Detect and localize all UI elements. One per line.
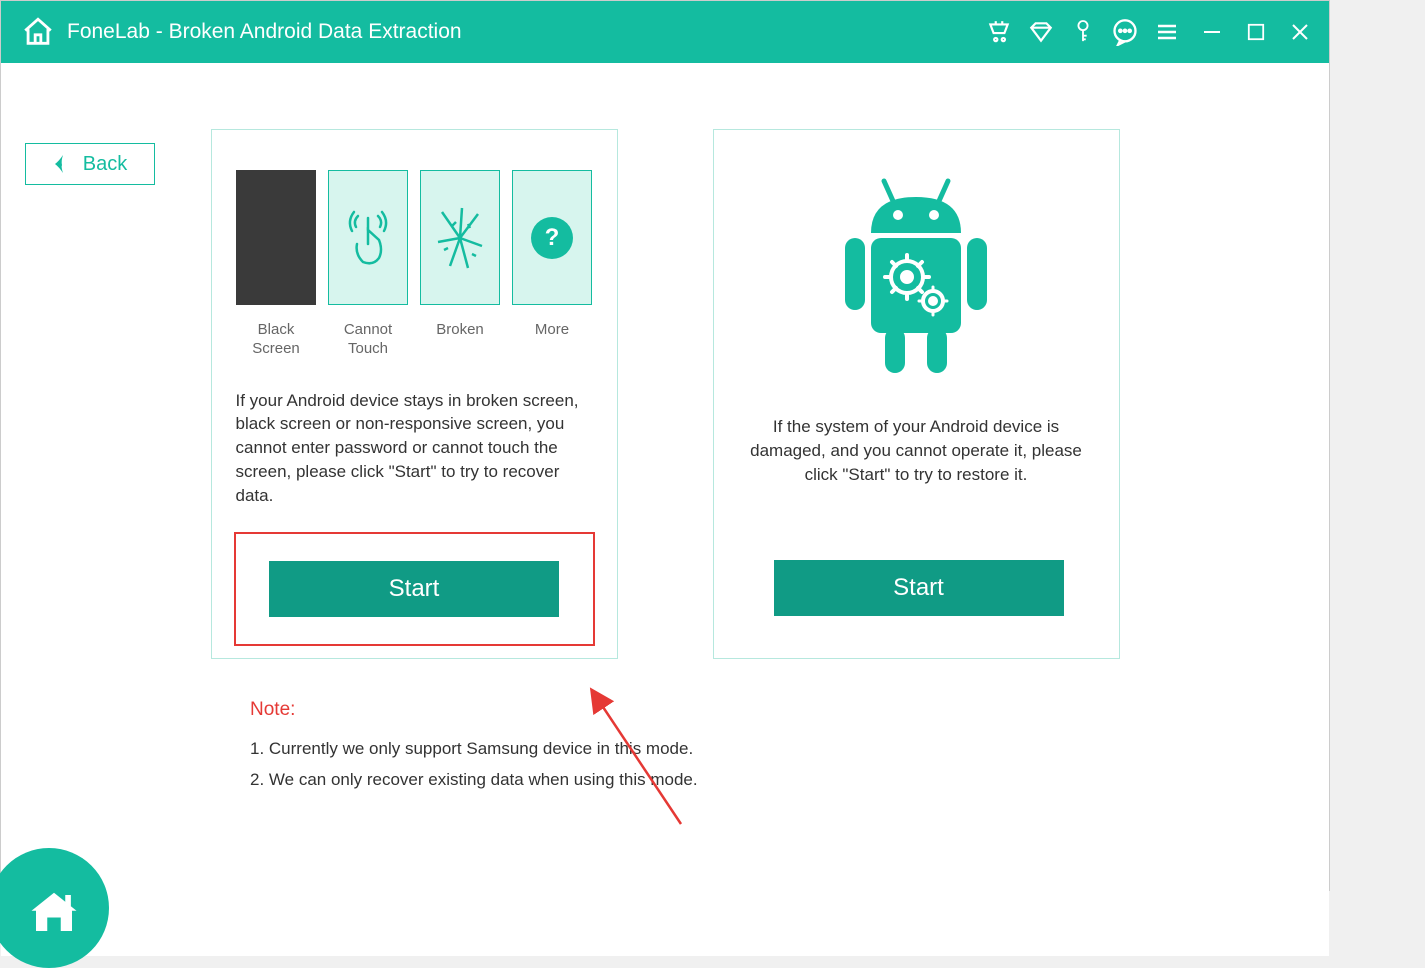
recover-description: If your Android device stays in broken s… [236,389,593,508]
touch-icon [328,170,408,305]
app-title: FoneLab - Broken Android Data Extraction [67,20,985,44]
option-black-screen[interactable]: Black Screen [236,170,316,359]
chat-icon[interactable] [1111,18,1139,46]
note-line-1: 1. Currently we only support Samsung dev… [250,733,1329,764]
home-fab-button[interactable] [0,848,109,968]
menu-icon[interactable] [1153,18,1181,46]
cart-icon[interactable] [985,18,1013,46]
notes-section: Note: 1. Currently we only support Samsu… [250,699,1329,796]
close-button[interactable] [1289,21,1311,43]
back-arrow-icon [53,153,69,175]
android-icon [738,170,1095,385]
restore-card: If the system of your Android device is … [713,129,1120,659]
question-icon: ? [512,170,592,305]
option-cannot-touch[interactable]: Cannot Touch [328,170,408,359]
diamond-icon[interactable] [1027,18,1055,46]
note-line-2: 2. We can only recover existing data whe… [250,764,1329,795]
start-restore-button[interactable]: Start [774,560,1064,616]
highlighted-area: Start [234,532,595,646]
key-icon[interactable] [1069,18,1097,46]
maximize-button[interactable] [1245,21,1267,43]
titlebar: FoneLab - Broken Android Data Extraction [1,1,1329,63]
note-heading: Note: [250,699,1329,721]
black-screen-icon [236,170,316,305]
minimize-button[interactable] [1201,21,1223,43]
option-more[interactable]: ? More [512,170,592,359]
recover-card: Black Screen Cannot Touch Broken [211,129,618,659]
back-label: Back [83,153,127,176]
home-fab-icon [27,886,81,940]
option-broken[interactable]: Broken [420,170,500,359]
start-recover-button[interactable]: Start [269,561,559,617]
back-button[interactable]: Back [25,143,155,185]
home-icon[interactable] [19,15,57,49]
restore-description: If the system of your Android device is … [738,415,1095,486]
broken-icon [420,170,500,305]
